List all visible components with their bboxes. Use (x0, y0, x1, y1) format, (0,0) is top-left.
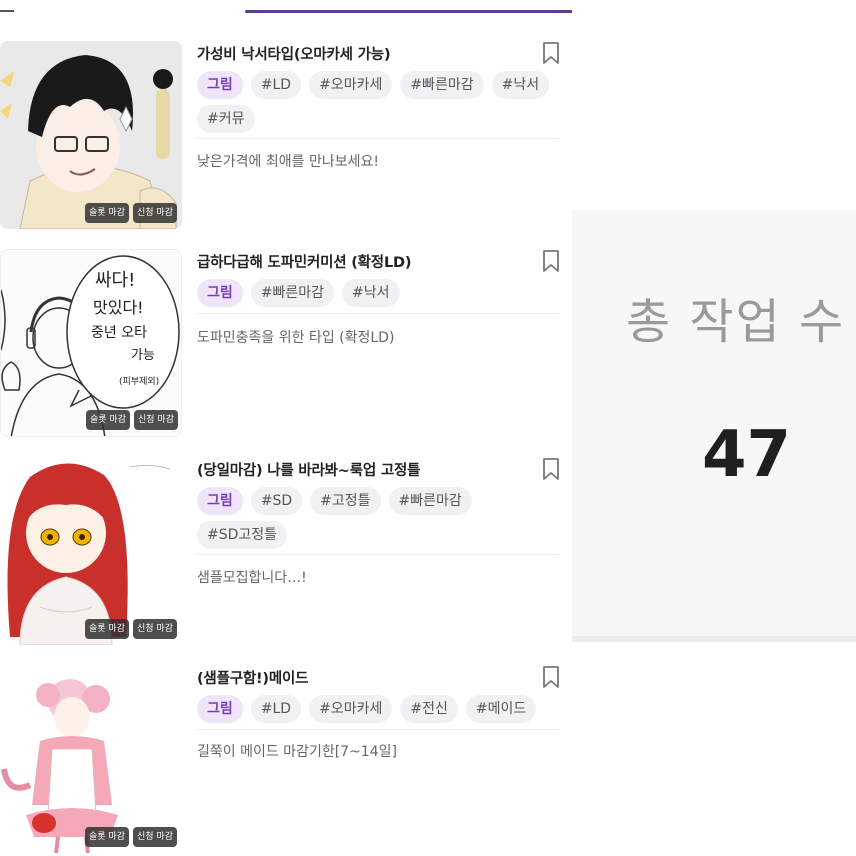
apply-closed-badge: 신청 마감 (133, 203, 177, 223)
commission-title[interactable]: (샘플구함!)메이드 (197, 667, 308, 688)
art-text: 맛있다! (93, 298, 144, 317)
character-illustration (0, 665, 182, 853)
slot-closed-badge: 슬롯 마감 (85, 619, 129, 639)
bookmark-icon[interactable] (541, 249, 561, 273)
tag-category[interactable]: 그림 (197, 487, 243, 515)
tag[interactable]: #고정틀 (310, 487, 381, 515)
art-text: 중년 오타 (91, 325, 147, 341)
tag[interactable]: #커뮤 (197, 105, 255, 133)
apply-closed-badge: 신청 마감 (133, 827, 177, 847)
commission-list: 슬롯 마감 신청 마감 가성비 낙서타입(오마카세 가능) 그림 #LD #오마… (0, 0, 572, 856)
commission-card[interactable]: 슬롯 마감 신청 마감 (샘플구함!)메이드 그림 #LD #오마카세 #전신 … (0, 665, 572, 855)
slot-closed-badge: 슬롯 마감 (85, 827, 129, 847)
tag-list: 그림 #LD #오마카세 #전신 #메이드 (197, 695, 562, 723)
character-illustration (0, 457, 182, 645)
tag[interactable]: #LD (250, 71, 302, 99)
menu-mark (0, 10, 14, 12)
tag[interactable]: #LD (250, 695, 302, 723)
tag[interactable]: #SD고정틀 (197, 521, 288, 549)
tag-list: 그림 #LD #오마카세 #빠른마감 #낙서 #커뮤 (197, 71, 562, 133)
tag[interactable]: #오마카세 (309, 71, 393, 99)
commission-thumbnail[interactable]: 싸다! 맛있다! 중년 오타 가능 (피부제외) 슬롯 마감 신청 마감 (0, 249, 182, 437)
tag[interactable]: #오마카세 (309, 695, 393, 723)
commission-description: 길쭉이 메이드 마감기한[7~14일] (197, 744, 397, 760)
art-text: 싸다! (95, 270, 136, 291)
stats-panel: 총 작업 수 47 (572, 0, 856, 856)
tag[interactable]: #낙서 (342, 279, 400, 307)
stats-panel-bottom (572, 642, 856, 856)
commission-thumbnail[interactable]: 슬롯 마감 신청 마감 (0, 457, 182, 645)
bookmark-icon[interactable] (541, 665, 561, 689)
tag-category[interactable]: 그림 (197, 695, 243, 723)
divider (197, 554, 559, 555)
art-text: 가능 (131, 348, 155, 363)
tag[interactable]: #전신 (400, 695, 458, 723)
tag[interactable]: #빠른마감 (250, 279, 335, 307)
stats-panel-top (572, 0, 856, 210)
slot-closed-badge: 슬롯 마감 (85, 203, 129, 223)
tag[interactable]: #빠른마감 (400, 71, 484, 99)
commission-title[interactable]: (당일마감) 나를 바라봐~룩업 고정틀 (197, 459, 421, 480)
commission-card[interactable]: 싸다! 맛있다! 중년 오타 가능 (피부제외) 슬롯 마감 신청 마감 급하다… (0, 249, 572, 439)
divider (197, 138, 559, 139)
commission-description: 낮은가격에 최애를 만나보세요! (197, 154, 379, 170)
commission-description: 도파민충족을 위한 타입 (확정LD) (197, 330, 395, 346)
tag-category[interactable]: 그림 (197, 279, 243, 307)
apply-closed-badge: 신청 마감 (134, 410, 178, 430)
commission-card[interactable]: 슬롯 마감 신청 마감 가성비 낙서타입(오마카세 가능) 그림 #LD #오마… (0, 41, 572, 231)
tag[interactable]: #낙서 (491, 71, 550, 99)
commission-thumbnail[interactable]: 슬롯 마감 신청 마감 (0, 41, 182, 229)
commission-thumbnail[interactable]: 슬롯 마감 신청 마감 (0, 665, 182, 853)
commission-title[interactable]: 가성비 낙서타입(오마카세 가능) (197, 43, 391, 64)
commission-card[interactable]: 슬롯 마감 신청 마감 (당일마감) 나를 바라봐~룩업 고정틀 그림 #SD … (0, 457, 572, 647)
bookmark-icon[interactable] (541, 41, 561, 65)
total-works-label: 총 작업 수 (626, 294, 846, 350)
divider (197, 313, 559, 314)
slot-closed-badge: 슬롯 마감 (86, 410, 130, 430)
tag-category[interactable]: 그림 (197, 71, 243, 99)
art-text: (피부제외) (119, 377, 160, 387)
commission-title[interactable]: 급하다급해 도파민커미션 (확정LD) (197, 251, 411, 272)
tag-list: 그림 #SD #고정틀 #빠른마감 #SD고정틀 (197, 487, 562, 549)
tag[interactable]: #SD (250, 487, 303, 515)
commission-description: 샘플모집합니다…! (197, 570, 307, 586)
total-works-value: 47 (702, 418, 792, 492)
tag[interactable]: #메이드 (465, 695, 537, 723)
divider (197, 729, 559, 730)
active-tab-indicator (245, 10, 572, 13)
tag[interactable]: #빠른마감 (388, 487, 472, 515)
character-illustration (0, 41, 182, 229)
bookmark-icon[interactable] (541, 457, 561, 481)
tag-list: 그림 #빠른마감 #낙서 (197, 279, 562, 307)
apply-closed-badge: 신청 마감 (133, 619, 177, 639)
